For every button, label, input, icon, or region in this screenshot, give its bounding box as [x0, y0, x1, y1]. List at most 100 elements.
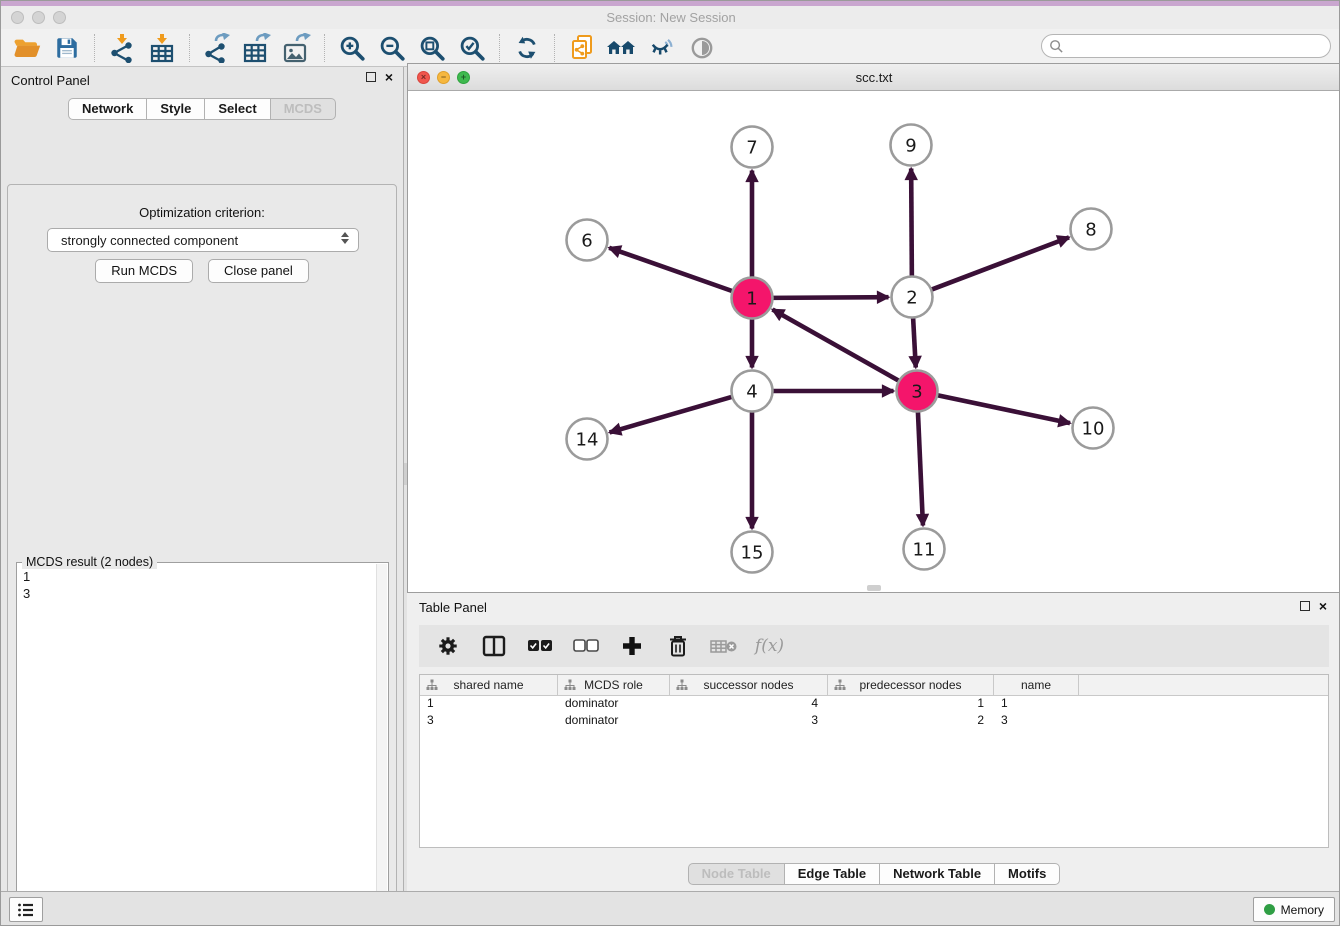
function-builder-button[interactable]: f(x) — [751, 629, 788, 663]
gear-icon — [437, 635, 459, 657]
graph-edge-2-8[interactable] — [929, 237, 1069, 290]
table-panel: Table Panel × — [407, 593, 1340, 891]
import-table-button[interactable] — [142, 31, 182, 65]
network-overview-button[interactable] — [562, 31, 602, 65]
save-floppy-icon — [54, 35, 80, 61]
cell-name[interactable]: 3 — [994, 713, 1079, 730]
plus-icon — [621, 635, 643, 657]
cell-shared-name[interactable]: 1 — [420, 696, 558, 713]
column-header-name[interactable]: name — [994, 675, 1079, 695]
select-all-columns-button[interactable] — [521, 629, 558, 663]
graph-edge-1-2[interactable] — [770, 297, 888, 298]
zoom-selected-icon — [458, 34, 486, 62]
cell-predecessor-nodes[interactable]: 2 — [828, 713, 994, 730]
float-table-panel-icon[interactable] — [1300, 601, 1310, 611]
column-header-predecessor-nodes[interactable]: predecessor nodes — [828, 675, 994, 695]
column-header-mcds-role[interactable]: MCDS role — [558, 675, 670, 695]
table-row[interactable]: 1 dominator 4 1 1 — [420, 696, 1328, 713]
optimization-criterion-select[interactable]: strongly connected component — [47, 228, 359, 252]
window-titlebar[interactable]: Session: New Session — [1, 6, 1340, 29]
close-panel-button[interactable]: Close panel — [208, 259, 309, 283]
import-network-button[interactable] — [102, 31, 142, 65]
deselect-all-columns-button[interactable] — [567, 629, 604, 663]
cell-name[interactable]: 1 — [994, 696, 1079, 713]
birdseye-view-button[interactable] — [682, 31, 722, 65]
create-column-button[interactable] — [613, 629, 650, 663]
open-session-button[interactable] — [7, 31, 47, 65]
close-panel-icon[interactable]: × — [385, 72, 393, 82]
save-session-button[interactable] — [47, 31, 87, 65]
search-icon — [1049, 39, 1064, 54]
cell-successor-nodes[interactable]: 4 — [670, 696, 828, 713]
zoom-in-button[interactable] — [332, 31, 372, 65]
toggle-panel-layout-button[interactable] — [475, 629, 512, 663]
tab-mcds[interactable]: MCDS — [271, 98, 336, 120]
tab-network[interactable]: Network — [68, 98, 147, 120]
window-title: Session: New Session — [1, 10, 1340, 25]
graph-node-label-2: 2 — [906, 287, 917, 308]
cell-shared-name[interactable]: 3 — [420, 713, 558, 730]
control-panel-title: Control Panel — [11, 73, 90, 88]
delete-table-icon — [710, 637, 738, 655]
tab-select[interactable]: Select — [205, 98, 270, 120]
column-header-shared-name[interactable]: shared name — [420, 675, 558, 695]
zoom-out-button[interactable] — [372, 31, 412, 65]
memory-button[interactable]: Memory — [1253, 897, 1335, 922]
hierarchy-icon — [564, 679, 576, 691]
graph-edge-2-9[interactable] — [911, 168, 912, 278]
unchecked-boxes-icon — [573, 638, 599, 654]
zoom-selected-button[interactable] — [452, 31, 492, 65]
network-canvas[interactable]: 7968124314101511 — [408, 91, 1340, 592]
mcds-result-list[interactable]: 1 3 — [19, 567, 375, 926]
network-graph[interactable]: 7968124314101511 — [408, 91, 1340, 592]
export-image-button[interactable] — [277, 31, 317, 65]
network-document-icon — [569, 34, 595, 62]
close-table-panel-icon[interactable]: × — [1319, 601, 1327, 611]
hide-graphics-icon — [649, 35, 675, 61]
refresh-view-button[interactable] — [507, 31, 547, 65]
delete-column-button[interactable] — [659, 629, 696, 663]
table-panel-title: Table Panel — [419, 600, 487, 615]
table-row[interactable]: 3 dominator 3 2 3 — [420, 713, 1328, 730]
export-network-button[interactable] — [197, 31, 237, 65]
memory-status-icon — [1264, 904, 1275, 915]
table-settings-button[interactable] — [429, 629, 466, 663]
horizontal-splitter-handle[interactable] — [867, 585, 881, 591]
hide-graphics-details-button[interactable] — [642, 31, 682, 65]
export-table-button[interactable] — [237, 31, 277, 65]
network-window-titlebar[interactable]: scc.txt × − + — [408, 64, 1340, 91]
cell-mcds-role[interactable]: dominator — [558, 696, 670, 713]
run-mcds-button[interactable]: Run MCDS — [95, 259, 193, 283]
graph-edge-3-11[interactable] — [918, 409, 923, 525]
tab-network-table[interactable]: Network Table — [880, 863, 995, 885]
home-button[interactable] — [602, 31, 642, 65]
graph-edge-3-10[interactable] — [935, 395, 1070, 423]
search-input[interactable] — [1064, 36, 1330, 56]
cell-predecessor-nodes[interactable]: 1 — [828, 696, 994, 713]
hierarchy-icon — [834, 679, 846, 691]
delete-table-button[interactable] — [705, 629, 742, 663]
tab-style[interactable]: Style — [147, 98, 205, 120]
optimization-criterion-value: strongly connected component — [61, 233, 238, 248]
tab-node-table[interactable]: Node Table — [688, 863, 785, 885]
node-table[interactable]: shared name MCDS role successor nodes — [419, 674, 1329, 848]
zoom-fit-button[interactable] — [412, 31, 452, 65]
tab-motifs[interactable]: Motifs — [995, 863, 1060, 885]
graph-edge-3-1[interactable] — [772, 310, 900, 382]
import-network-icon — [108, 33, 136, 63]
search-box[interactable] — [1041, 34, 1331, 58]
application-window: Session: New Session — [0, 0, 1340, 926]
cell-mcds-role[interactable]: dominator — [558, 713, 670, 730]
column-header-successor-nodes[interactable]: successor nodes — [670, 675, 828, 695]
graph-node-label-7: 7 — [746, 137, 757, 158]
graph-edge-2-3[interactable] — [913, 315, 916, 367]
graph-edge-1-6[interactable] — [609, 248, 734, 292]
task-history-button[interactable] — [9, 897, 43, 922]
tab-edge-table[interactable]: Edge Table — [785, 863, 880, 885]
graph-edge-4-14[interactable] — [610, 396, 735, 432]
home-icon — [606, 36, 638, 60]
float-panel-icon[interactable] — [366, 72, 376, 82]
control-panel: Control Panel × Network Style Select MCD… — [1, 67, 403, 891]
cell-successor-nodes[interactable]: 3 — [670, 713, 828, 730]
result-scrollbar[interactable] — [376, 564, 387, 926]
